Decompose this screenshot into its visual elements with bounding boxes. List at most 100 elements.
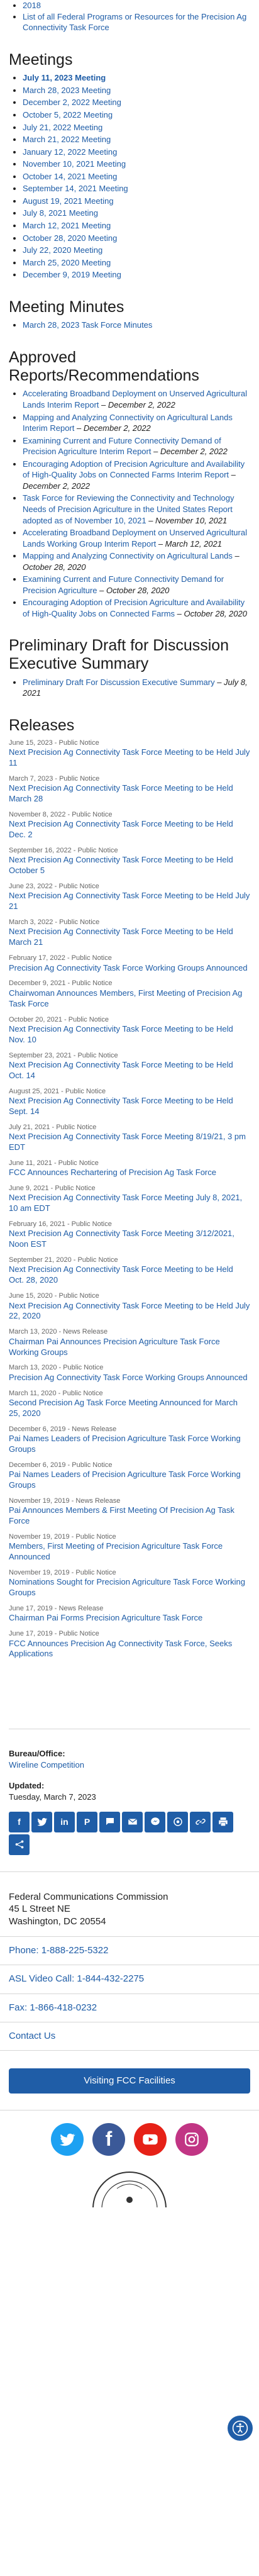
meeting-link[interactable]: December 2, 2022 Meeting xyxy=(23,98,121,107)
section-heading: Releases xyxy=(9,716,75,735)
facebook-icon[interactable]: f xyxy=(9,1811,30,1832)
meeting-link[interactable]: July 11, 2023 Meeting xyxy=(23,73,106,82)
release-link[interactable]: Next Precision Ag Connectivity Task Forc… xyxy=(9,783,250,805)
asl-link[interactable]: ASL Video Call: 1-844-432-2275 xyxy=(9,1973,144,1984)
release-link[interactable]: Pai Announces Members & First Meeting Of… xyxy=(9,1505,250,1527)
release-link[interactable]: Nominations Sought for Precision Agricul… xyxy=(9,1577,250,1598)
release-item: November 19, 2019 - News Release Pai Anno… xyxy=(9,1497,250,1527)
release-link[interactable]: FCC Announces Precision Ag Connectivity … xyxy=(9,1639,250,1660)
release-link[interactable]: FCC Announces Rechartering of Precision … xyxy=(9,1168,250,1178)
minutes-link[interactable]: March 28, 2023 Task Force Minutes xyxy=(23,320,152,330)
list-item: March 28, 2023 Meeting xyxy=(23,85,250,96)
release-link[interactable]: Precision Ag Connectivity Task Force Wor… xyxy=(9,963,250,974)
meeting-link[interactable]: October 14, 2021 Meeting xyxy=(23,172,117,181)
meeting-link[interactable]: August 19, 2021 Meeting xyxy=(23,196,114,206)
release-meta: March 3, 2022 - Public Notice xyxy=(9,918,100,927)
release-link[interactable]: Chairwoman Announces Members, First Meet… xyxy=(9,988,250,1010)
meeting-link[interactable]: September 14, 2021 Meeting xyxy=(23,184,128,193)
phone-link[interactable]: Phone: 1-888-225-5322 xyxy=(9,1945,108,1956)
release-link[interactable]: Chairman Pai Forms Precision Agriculture… xyxy=(9,1613,250,1624)
release-item: December 6, 2019 - Public Notice Pai Name… xyxy=(9,1461,250,1491)
list-item: December 9, 2019 Meeting xyxy=(23,269,250,281)
share-icon[interactable] xyxy=(9,1834,30,1855)
meeting-link[interactable]: October 5, 2022 Meeting xyxy=(23,110,113,120)
link-icon[interactable] xyxy=(190,1811,211,1832)
meeting-link[interactable]: March 21, 2022 Meeting xyxy=(23,135,111,144)
visiting-facilities-button[interactable]: Visiting FCC Facilities xyxy=(9,2068,250,2094)
release-link[interactable]: Next Precision Ag Connectivity Task Forc… xyxy=(9,1193,250,1214)
meeting-link[interactable]: July 8, 2021 Meeting xyxy=(23,208,98,218)
meeting-link[interactable]: July 21, 2022 Meeting xyxy=(23,123,102,132)
release-link[interactable]: Next Precision Ag Connectivity Task Forc… xyxy=(9,1096,250,1117)
release-item: June 11, 2021 - Public Notice FCC Announc… xyxy=(9,1159,250,1178)
report-link[interactable]: Encouraging Adoption of Precision Agricu… xyxy=(23,459,245,480)
release-link[interactable]: Next Precision Ag Connectivity Task Forc… xyxy=(9,1060,250,1081)
release-link[interactable]: Next Precision Ag Connectivity Task Forc… xyxy=(9,1229,250,1250)
list-item: March 21, 2022 Meeting xyxy=(23,134,250,145)
instagram-icon[interactable] xyxy=(175,2123,208,2156)
release-link[interactable]: Next Precision Ag Connectivity Task Forc… xyxy=(9,891,250,912)
release-item: November 19, 2019 - Public Notice Members… xyxy=(9,1532,250,1563)
release-link[interactable]: Next Precision Ag Connectivity Task Forc… xyxy=(9,1132,250,1153)
release-item: September 23, 2021 - Public Notice Next P… xyxy=(9,1051,250,1081)
release-link[interactable]: Precision Ag Connectivity Task Force Wor… xyxy=(9,1373,250,1383)
youtube-icon[interactable] xyxy=(134,2123,167,2156)
meeting-link[interactable]: October 28, 2020 Meeting xyxy=(23,233,117,243)
list-item: July 8, 2021 Meeting xyxy=(23,208,250,219)
contact-link[interactable]: Contact Us xyxy=(9,2031,55,2041)
facebook-icon[interactable]: f xyxy=(92,2123,125,2156)
top-links: 2018 List of all Federal Programs or Res… xyxy=(9,0,250,33)
release-link[interactable]: Next Precision Ag Connectivity Task Forc… xyxy=(9,1264,250,1286)
release-item: June 9, 2021 - Public Notice Next Precisi… xyxy=(9,1184,250,1214)
release-item: September 21, 2020 - Public Notice Next P… xyxy=(9,1256,250,1286)
release-link[interactable]: Next Precision Ag Connectivity Task Forc… xyxy=(9,855,250,876)
list-item: July 11, 2023 Meeting xyxy=(23,72,250,84)
print-icon[interactable] xyxy=(212,1811,233,1832)
approved-list: Accelerating Broadband Deployment on Uns… xyxy=(9,388,250,619)
release-item: February 16, 2021 - Public Notice Next Pr… xyxy=(9,1220,250,1250)
release-link[interactable]: Pai Names Leaders of Precision Agricultu… xyxy=(9,1434,250,1455)
preliminary-link[interactable]: Preliminary Draft For Discussion Executi… xyxy=(23,677,215,687)
meeting-link[interactable]: March 25, 2020 Meeting xyxy=(23,258,111,267)
sms-icon[interactable] xyxy=(99,1811,120,1832)
release-link[interactable]: Chairman Pai Announces Precision Agricul… xyxy=(9,1337,250,1358)
accessibility-icon[interactable] xyxy=(228,2416,253,2441)
email-icon[interactable] xyxy=(122,1811,143,1832)
messenger-icon[interactable] xyxy=(145,1811,165,1832)
release-link[interactable]: Second Precision Ag Task Force Meeting A… xyxy=(9,1398,250,1419)
meeting-link[interactable]: March 28, 2023 Meeting xyxy=(23,86,111,95)
report-link[interactable]: Mapping and Analyzing Connectivity on Ag… xyxy=(23,551,233,560)
fax-link[interactable]: Fax: 1-866-418-0232 xyxy=(9,2002,97,2013)
twitter-icon[interactable] xyxy=(51,2123,84,2156)
meeting-link[interactable]: July 22, 2020 Meeting xyxy=(23,245,102,255)
release-link[interactable]: Next Precision Ag Connectivity Task Forc… xyxy=(9,927,250,948)
release-link[interactable]: Next Precision Ag Connectivity Task Forc… xyxy=(9,1301,250,1322)
release-item: July 21, 2021 - Public Notice Next Precis… xyxy=(9,1123,250,1153)
meeting-link[interactable]: November 10, 2021 Meeting xyxy=(23,159,126,169)
release-link[interactable]: Pai Names Leaders of Precision Agricultu… xyxy=(9,1469,250,1491)
release-meta: November 19, 2019 - Public Notice xyxy=(9,1568,116,1576)
release-meta: March 11, 2020 - Public Notice xyxy=(9,1389,103,1397)
bureau-label: Bureau/Office: xyxy=(9,1749,65,1759)
linkedin-icon[interactable]: in xyxy=(54,1811,75,1832)
release-item: December 6, 2019 - News Release Pai Names… xyxy=(9,1425,250,1455)
divider xyxy=(0,1871,259,1872)
meeting-link[interactable]: January 12, 2022 Meeting xyxy=(23,147,117,157)
release-meta: March 13, 2020 - News Release xyxy=(9,1328,108,1336)
meeting-link[interactable]: December 9, 2019 Meeting xyxy=(23,270,121,279)
top-link[interactable]: 2018 xyxy=(23,1,41,10)
release-link[interactable]: Next Precision Ag Connectivity Task Forc… xyxy=(9,819,250,840)
minutes-section: Meeting Minutes March 28, 2023 Task Forc… xyxy=(9,298,250,331)
release-link[interactable]: Next Precision Ag Connectivity Task Forc… xyxy=(9,1024,250,1045)
preliminary-list: Preliminary Draft For Discussion Executi… xyxy=(9,677,250,699)
bureau-link[interactable]: Wireline Competition xyxy=(9,1760,84,1770)
list-item: List of all Federal Programs or Resource… xyxy=(23,11,250,33)
release-link[interactable]: Next Precision Ag Connectivity Task Forc… xyxy=(9,747,250,769)
updated-label: Updated: xyxy=(9,1781,45,1791)
release-link[interactable]: Members, First Meeting of Precision Agri… xyxy=(9,1541,250,1563)
top-link[interactable]: List of all Federal Programs or Resource… xyxy=(23,12,246,33)
whatsapp-icon[interactable] xyxy=(167,1811,188,1832)
meeting-link[interactable]: March 12, 2021 Meeting xyxy=(23,221,111,230)
pinterest-icon[interactable]: P xyxy=(77,1811,97,1832)
twitter-icon[interactable] xyxy=(31,1811,52,1832)
